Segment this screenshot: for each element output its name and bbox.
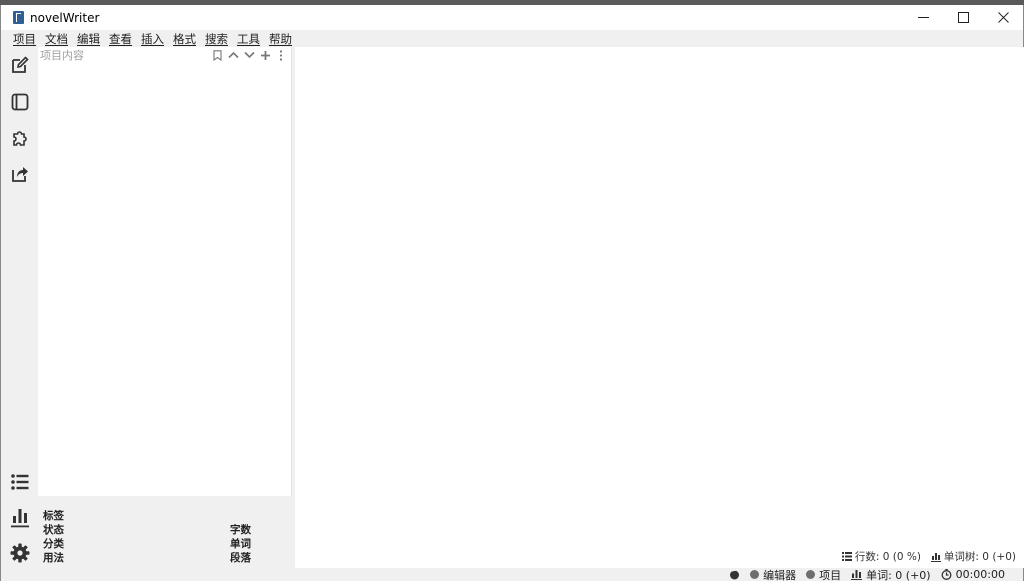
sidebar-build-button[interactable] [8,162,32,186]
status-timer-text: 00:00:00 [955,568,1005,581]
menu-help[interactable]: 帮助 [269,31,292,47]
more-icon [279,49,283,61]
detail-class-label: 分类 [43,538,64,550]
menu-edit[interactable]: 编辑 [77,31,100,47]
tree-move-down-button[interactable] [243,49,255,61]
menu-document[interactable]: 文档 [45,31,68,47]
sidebar-settings-button[interactable] [8,541,32,565]
document-editor[interactable]: 行数: 0 (0 %) 单词树: 0 (+0) [295,47,1024,568]
editor-lines-text: 行数: 0 (0 %) [854,551,921,563]
tree-move-up-button[interactable] [227,49,239,61]
editor-lines-counter: 行数: 0 (0 %) [841,549,921,564]
plus-icon [260,50,270,60]
edit-icon [12,56,29,73]
detail-usage-label: 用法 [43,552,64,564]
export-icon [12,167,28,182]
list-icon [841,552,852,561]
app-window: novelWriter 项目 文档 编辑 查看 插入 格式 搜索 工具 帮助 项… [0,5,1024,581]
project-tree-title: 项目内容 [40,49,84,62]
status-project-label: 项目 [819,568,842,581]
sidebar [1,47,38,568]
status-language [729,569,740,580]
status-editor-label: 编辑器 [763,568,797,581]
bookmark-icon [212,49,222,61]
minimize-icon [917,17,929,18]
project-status-dot [806,570,816,579]
list-icon [11,474,29,490]
detail-status-label: 状态 [43,524,64,536]
chevron-up-icon [227,51,239,59]
menu-search[interactable]: 搜索 [205,31,228,47]
stats-icon [11,509,29,528]
sidebar-outline-button[interactable] [8,126,32,150]
app-logo-icon [13,11,24,24]
tree-more-button[interactable] [275,49,287,61]
tree-add-button[interactable] [259,49,271,61]
tree-toolbar [211,49,291,61]
status-timer: 00:00:00 [941,568,1005,581]
window-title: novelWriter [30,10,100,25]
status-bar: 编辑器 项目 单词: 0 (+0) 00:00:00 [1,568,1023,581]
status-project: 项目 [806,567,841,581]
puzzle-icon [13,131,27,146]
item-details-panel: 标签 状态 分类 用法 字数 单词 段落 [38,496,295,568]
maximize-button[interactable] [943,5,983,30]
timer-icon [941,569,952,580]
tree-bookmark-button[interactable] [211,49,223,61]
menu-format[interactable]: 格式 [173,31,196,47]
editor-footer: 行数: 0 (0 %) 单词树: 0 (+0) [841,549,1016,564]
menu-project[interactable]: 项目 [13,31,36,47]
menu-view[interactable]: 查看 [109,31,132,47]
menu-bar: 项目 文档 编辑 查看 插入 格式 搜索 工具 帮助 [1,30,1023,47]
editor-words-counter: 单词树: 0 (+0) [930,549,1016,564]
detail-paragraphs-label: 段落 [230,552,251,564]
menu-insert[interactable]: 插入 [141,31,164,47]
sidebar-stats-button[interactable] [8,505,32,529]
detail-words-label: 单词 [230,538,251,550]
project-tree-panel[interactable]: 项目内容 [38,47,292,496]
book-icon [11,93,29,111]
project-tree-header: 项目内容 [38,47,291,63]
settings-icon [10,543,30,563]
close-button[interactable] [983,5,1023,30]
sidebar-list-button[interactable] [8,470,32,494]
window-controls [903,5,1023,30]
menu-tools[interactable]: 工具 [237,31,260,47]
stats-icon [930,552,941,562]
sidebar-novel-button[interactable] [8,90,32,114]
maximize-icon [957,12,969,23]
chevron-down-icon [243,51,255,59]
title-bar: novelWriter [1,5,1023,30]
stats-icon [851,570,863,580]
detail-chars-label: 字数 [230,524,251,536]
status-words: 单词: 0 (+0) [851,567,931,581]
editor-status-dot [750,570,760,579]
status-words-text: 单词: 0 (+0) [866,568,931,581]
minimize-button[interactable] [903,5,943,30]
sidebar-edit-button[interactable] [8,53,32,77]
status-editor: 编辑器 [750,567,796,581]
close-icon [997,12,1009,23]
spell-check-icon [730,569,740,580]
detail-tag-label: 标签 [43,510,64,522]
editor-words-text: 单词树: 0 (+0) [943,551,1016,563]
